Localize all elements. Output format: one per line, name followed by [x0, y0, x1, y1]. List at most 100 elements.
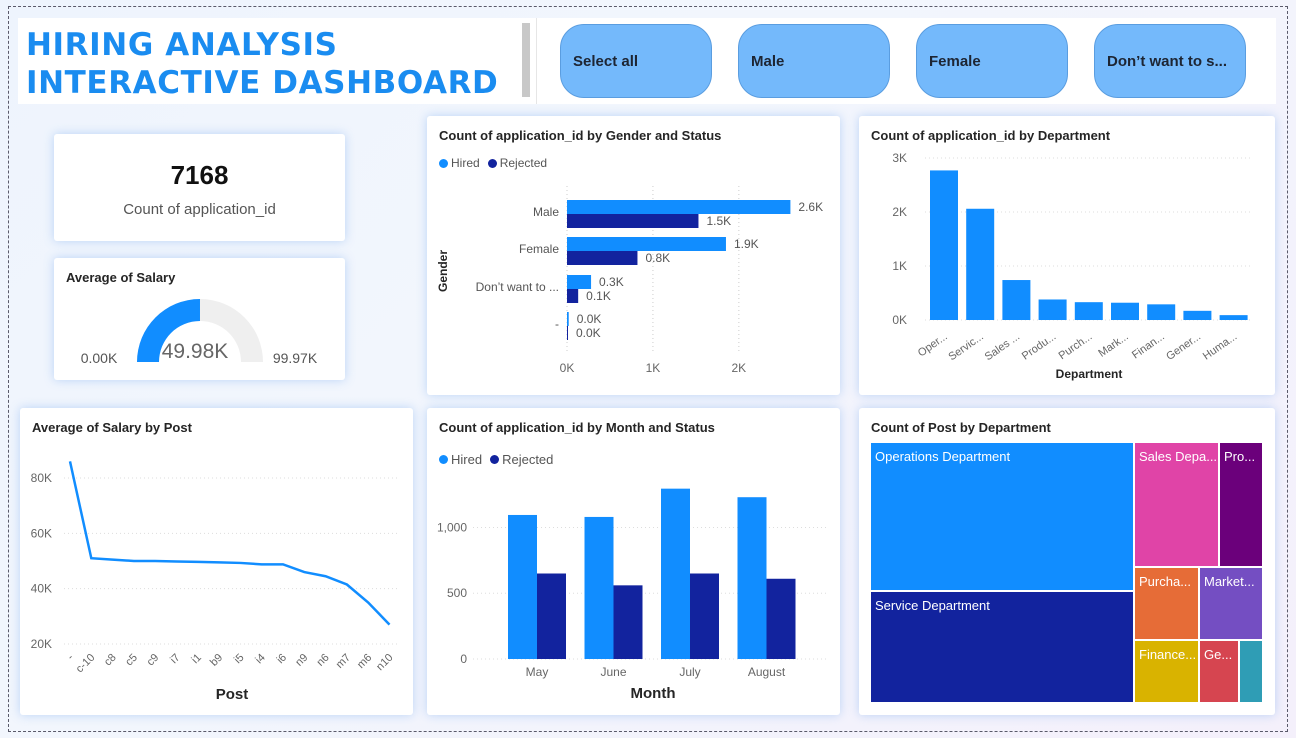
treemap-cell-human-resources[interactable] [1239, 640, 1263, 703]
treemap-cell-finance[interactable]: Finance... [1134, 640, 1199, 703]
salary-post-chart-svg: Post 20K 40K 60K 80K -c-10 c8 c5 c9 i7 i1 b9 i5 i4 i6… [31, 461, 398, 703]
gender-chart-svg: Gender 0K 1K 2K Male 2.6K 1.5K Female 1.9K 0.8K D… [436, 186, 823, 375]
slicer-select-all-button[interactable]: Select all [560, 24, 712, 98]
gauge-min-label: 0.00K [81, 350, 118, 366]
dept-bar [1111, 302, 1139, 320]
month-bar-rejected [690, 573, 719, 659]
post-y-tick: 80K [31, 471, 52, 485]
salary-post-chart-card[interactable]: Average of Salary by Post Post 20K 40K 60K… [20, 408, 413, 715]
dept-y-tick: 1K [892, 259, 907, 273]
gender-category-label: Don’t want to ... [476, 280, 559, 294]
post-x-tick: - [65, 651, 76, 662]
header-divider [536, 18, 537, 104]
post-x-tick: n6 [315, 652, 332, 669]
dept-x-tick: Oper... [916, 331, 950, 360]
month-y-tick: 0 [460, 652, 467, 666]
month-bar-hired [584, 516, 614, 659]
post-y-tick: 60K [31, 526, 52, 540]
treemap-cell-label: Market... [1204, 574, 1255, 589]
gauge-card[interactable]: Average of Salary 49.98K 0.00K 99.97K [54, 258, 345, 380]
gender-bar-hired [567, 200, 791, 214]
gender-data-label: 1.9K [734, 237, 759, 251]
post-x-tick: i6 [275, 652, 290, 667]
treemap-cell-operations[interactable]: Operations Department [870, 442, 1134, 591]
department-chart-card[interactable]: Count of application_id by Department De… [859, 116, 1275, 395]
month-bar-rejected [613, 585, 643, 659]
gender-data-label: 0.0K [577, 312, 602, 326]
post-x-tick: m6 [355, 652, 374, 671]
treemap-cell-purchase[interactable]: Purcha... [1134, 567, 1199, 640]
post-x-tick: c5 [123, 652, 140, 669]
month-x-tick: May [526, 665, 549, 679]
treemap-cell-sales[interactable]: Sales Depa... [1134, 442, 1219, 567]
post-x-tick: i7 [168, 652, 183, 667]
treemap-area: Operations Department Service Department… [870, 442, 1263, 703]
gender-bar-rejected [567, 326, 568, 340]
dept-bar [1002, 280, 1031, 320]
gender-category-label: - [555, 317, 559, 331]
gender-data-label: 0.0K [576, 326, 601, 340]
gender-data-label: 1.5K [706, 214, 731, 228]
dept-x-tick: Gener... [1164, 331, 1203, 363]
treemap-cell-service[interactable]: Service Department [870, 591, 1134, 703]
gender-bar-rejected [567, 251, 638, 265]
gender-bar-hired [567, 275, 592, 289]
treemap-cell-label: Finance... [1139, 647, 1197, 662]
gauge-svg: 49.98K 0.00K 99.97K [81, 299, 318, 366]
dept-x-tick: Huma... [1201, 331, 1239, 363]
gender-data-label: 0.3K [599, 275, 624, 289]
month-x-tick: August [748, 665, 786, 679]
title-line-1: HIRING ANALYSIS [26, 27, 338, 63]
gender-status-chart-card[interactable]: Count of application_id by Gender and St… [427, 116, 840, 395]
dept-x-tick: Purch... [1057, 331, 1095, 363]
post-x-tick: i1 [189, 652, 204, 667]
slicer-male-button[interactable]: Male [738, 24, 890, 98]
slicer-female-button[interactable]: Female [916, 24, 1068, 98]
month-y-tick: 1,000 [437, 520, 467, 534]
dept-bar [1183, 310, 1212, 320]
month-x-tick: June [600, 665, 626, 679]
treemap-cell-general[interactable]: Ge... [1199, 640, 1239, 703]
dashboard-title: HIRING ANALYSIS INTERACTIVE DASHBOARD [26, 26, 530, 102]
gender-category-label: Female [519, 242, 559, 256]
title-accent-bar [522, 23, 530, 97]
gender-data-label: 0.1K [586, 289, 611, 303]
gender-bar-hired [567, 312, 569, 326]
treemap-cell-label: Operations Department [875, 449, 1011, 464]
title-line-2: INTERACTIVE DASHBOARD [26, 65, 499, 101]
post-x-tick: n10 [374, 652, 395, 673]
department-axis-label: Department [1056, 367, 1123, 381]
month-bar-rejected [537, 573, 566, 659]
dept-bar [1038, 299, 1067, 320]
kpi-label: Count of application_id [123, 201, 276, 218]
post-x-tick: b9 [208, 652, 225, 669]
gauge-value-label: 49.98K [162, 340, 229, 363]
dept-y-tick: 0K [892, 313, 907, 327]
slicer-dont-want-button[interactable]: Don’t want to s... [1094, 24, 1246, 98]
dept-x-tick: Mark... [1096, 331, 1130, 360]
dept-x-tick: Servic... [946, 331, 985, 364]
gender-x-tick: 1K [646, 361, 661, 375]
post-x-tick: c-10 [74, 652, 98, 676]
dept-bar [930, 170, 958, 320]
month-bar-hired [661, 488, 690, 659]
dept-x-tick: Sales ... [983, 331, 1022, 364]
dept-bar [1219, 315, 1248, 320]
gender-x-tick: 0K [560, 361, 575, 375]
kpi-card[interactable]: 7168 Count of application_id [54, 134, 345, 241]
department-chart-svg: Department 0K 1K 2K 3K Oper...Servic...Sales… [892, 151, 1251, 381]
treemap-cell-marketing[interactable]: Market... [1199, 567, 1263, 640]
post-y-tick: 20K [31, 637, 52, 651]
month-status-chart-card[interactable]: Count of application_id by Month and Sta… [427, 408, 840, 715]
post-department-treemap-card[interactable]: Count of Post by Department Operations D… [859, 408, 1275, 715]
gender-category-label: Male [533, 205, 559, 219]
dept-x-tick: Produ... [1020, 331, 1058, 363]
month-chart-svg: Month 0 500 1,000 May June July August [437, 488, 827, 702]
month-axis-label: Month [631, 685, 676, 702]
treemap-cell-production[interactable]: Pro... [1219, 442, 1263, 567]
month-bar-hired [508, 514, 537, 659]
dept-y-tick: 3K [892, 151, 907, 165]
dept-bar [1074, 302, 1103, 320]
post-x-tick: n9 [293, 652, 310, 669]
dept-x-tick: Finan... [1130, 331, 1167, 362]
